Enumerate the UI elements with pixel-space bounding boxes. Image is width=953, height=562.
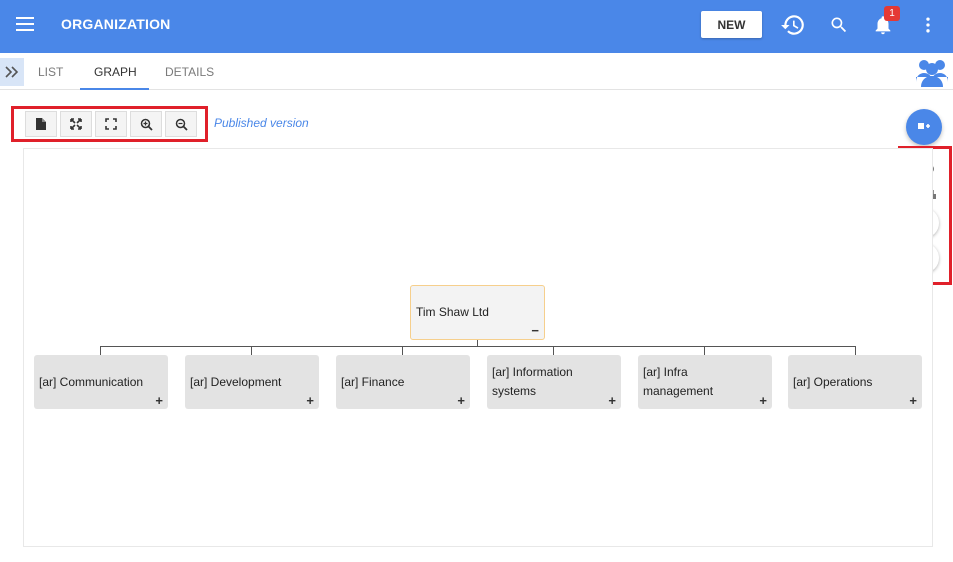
tab-details[interactable]: DETAILS xyxy=(165,65,214,79)
active-tab-indicator xyxy=(80,88,149,90)
child-connector xyxy=(704,346,705,355)
org-node-label: Tim Shaw Ltd xyxy=(416,305,489,319)
org-node-label: [ar] Operations xyxy=(793,374,873,389)
app-header: ORGANIZATION NEW 1 xyxy=(0,0,953,53)
org-node-label: [ar] Information systems xyxy=(492,365,573,398)
notification-badge: 1 xyxy=(884,6,900,21)
org-node-label: [ar] Communication xyxy=(39,374,144,389)
graph-canvas[interactable] xyxy=(23,148,933,547)
collapse-icon[interactable]: − xyxy=(531,324,539,337)
expand-icon[interactable]: + xyxy=(608,394,616,407)
more-options-icon[interactable] xyxy=(915,12,941,38)
history-icon[interactable] xyxy=(780,12,806,38)
zoom-out-icon[interactable] xyxy=(165,111,197,137)
version-label: Published version xyxy=(214,116,309,130)
org-node-finance[interactable]: [ar] Finance + xyxy=(336,355,470,409)
expand-icon[interactable]: + xyxy=(155,394,163,407)
expand-icon[interactable]: + xyxy=(306,394,314,407)
expand-icon[interactable]: + xyxy=(759,394,767,407)
expand-icon[interactable]: + xyxy=(909,394,917,407)
expand-icon[interactable]: + xyxy=(457,394,465,407)
add-icon[interactable] xyxy=(906,109,942,145)
child-connector xyxy=(553,346,554,355)
tab-bar: LIST GRAPH DETAILS xyxy=(0,53,953,90)
tab-list[interactable]: LIST xyxy=(38,65,63,79)
fullscreen-icon[interactable] xyxy=(95,111,127,137)
fit-to-screen-icon[interactable] xyxy=(60,111,92,137)
child-connector xyxy=(402,346,403,355)
zoom-in-icon[interactable] xyxy=(130,111,162,137)
page-title: ORGANIZATION xyxy=(61,16,171,32)
org-node-operations[interactable]: [ar] Operations + xyxy=(788,355,922,409)
org-node-label: [ar] Finance xyxy=(341,374,405,389)
child-connector xyxy=(100,346,101,355)
people-icon[interactable] xyxy=(915,56,949,88)
org-node-communication[interactable]: [ar] Communication + xyxy=(34,355,168,409)
tab-graph[interactable]: GRAPH xyxy=(94,65,137,79)
org-node-development[interactable]: [ar] Development + xyxy=(185,355,319,409)
expand-sidebar-icon[interactable] xyxy=(0,58,24,86)
child-connector xyxy=(855,346,856,355)
child-connector xyxy=(251,346,252,355)
new-button[interactable]: NEW xyxy=(701,11,762,38)
org-node-label: [ar] Development xyxy=(190,374,282,389)
menu-icon[interactable] xyxy=(16,17,34,31)
org-node-infra-management[interactable]: [ar] Infra management + xyxy=(638,355,772,409)
org-node-root[interactable]: Tim Shaw Ltd − xyxy=(410,285,545,340)
search-icon[interactable] xyxy=(826,12,852,38)
org-node-label: [ar] Infra management xyxy=(643,365,714,398)
export-document-icon[interactable] xyxy=(25,111,57,137)
org-node-information-systems[interactable]: [ar] Information systems + xyxy=(487,355,621,409)
horizontal-connector xyxy=(100,346,856,347)
